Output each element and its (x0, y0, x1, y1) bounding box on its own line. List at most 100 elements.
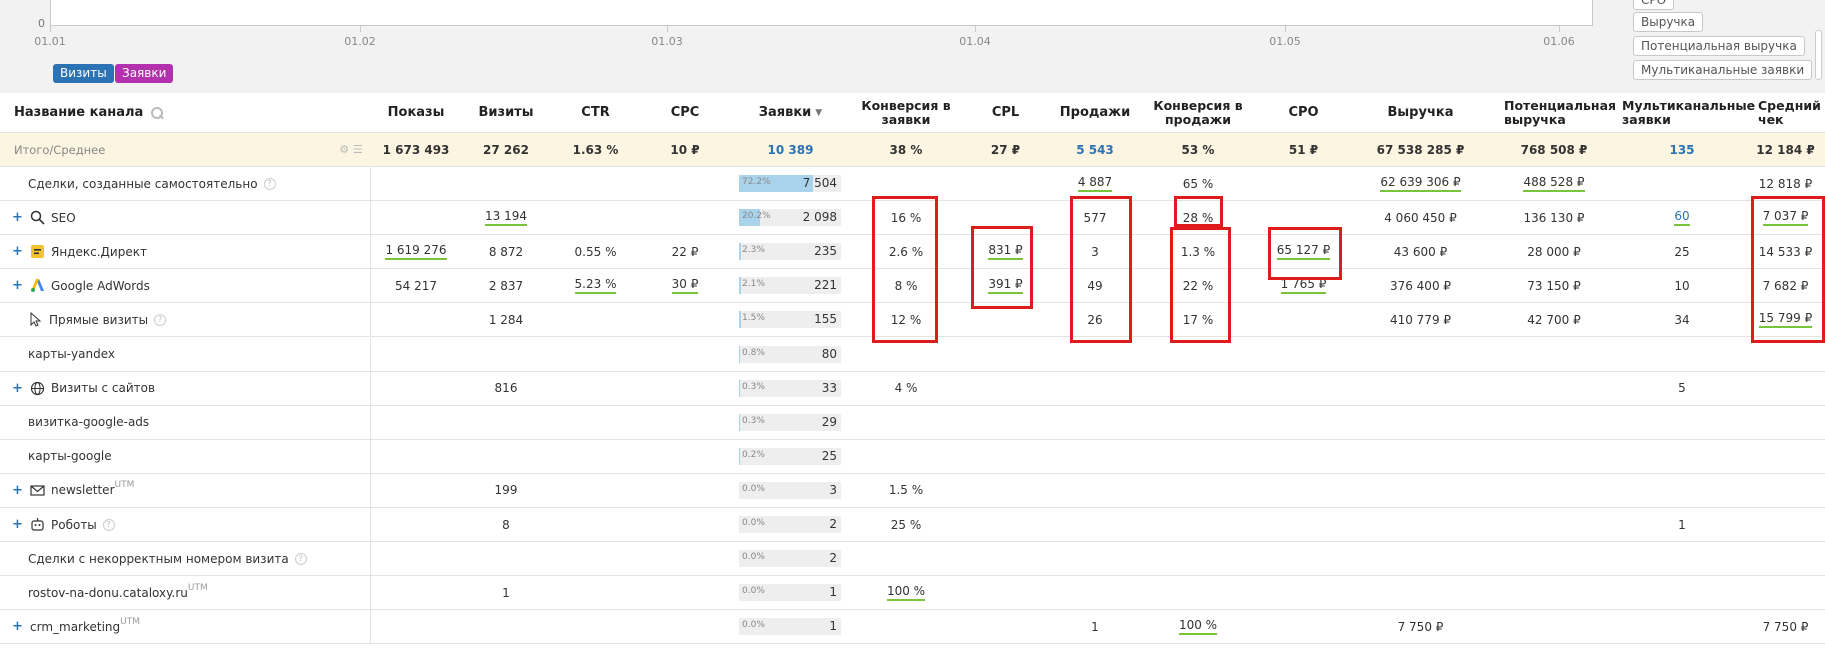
cell-avg-check (1746, 406, 1825, 439)
table-row[interactable]: + crm_marketing UTM 0.0% 1 1 100 % 7 750 ₽ 7 750… (0, 610, 1825, 645)
totals-tools-icon[interactable]: ⚙ ☰ (331, 133, 371, 166)
column-header-cpc[interactable]: CPC (640, 93, 730, 132)
cell-value: 12 818 ₽ (1758, 176, 1813, 191)
cell-cpc: 30 ₽ (640, 269, 730, 302)
cell-cpc (640, 474, 730, 507)
column-header-leads[interactable]: Заявки ▼ (730, 93, 851, 132)
metric-chip-revenue[interactable]: Выручка (1633, 12, 1704, 32)
search-icon[interactable] (151, 106, 164, 119)
channel-name-cell[interactable]: карты-yandex (0, 338, 371, 371)
channel-name-cell[interactable]: + Яндекс.Директ (0, 235, 371, 268)
cell-potential-revenue: 136 130 ₽ (1490, 201, 1618, 234)
leads-value: 80 (821, 346, 837, 361)
legend-leads-button[interactable]: Заявки (115, 64, 174, 83)
expand-plus-icon[interactable]: + (12, 517, 23, 532)
x-axis-tickmark (1285, 26, 1286, 32)
cell-impressions (371, 474, 461, 507)
leads-share-percent: 2.1% (742, 279, 765, 290)
channel-name-cell[interactable]: Сделки, созданные самостоятельно? (0, 167, 371, 200)
total-impressions: 1 673 493 (382, 142, 450, 157)
column-header-cpo[interactable]: CPO (1256, 93, 1351, 132)
channel-name-cell[interactable]: + Google AdWords (0, 269, 371, 302)
column-header-ctr[interactable]: CTR (551, 93, 640, 132)
table-row[interactable]: + Роботы? 0.0% 2 8 25 % 1 (0, 508, 1825, 542)
chips-scrollbar[interactable] (1815, 30, 1822, 80)
table-row[interactable]: + newsletter UTM 0.0% 3 199 1.5 % (0, 473, 1825, 508)
channel-name: SEO (51, 210, 76, 225)
x-axis-tick-label: 01.05 (1269, 35, 1301, 48)
total-ctr: 1.63 % (572, 142, 619, 157)
column-header-revenue[interactable]: Выручка (1351, 93, 1490, 132)
channel-name: Роботы (51, 517, 97, 532)
leads-value: 155 (814, 312, 837, 327)
cell-multichannel: 60 (1618, 201, 1746, 234)
expand-plus-icon[interactable]: + (12, 278, 23, 293)
cell-sales (1050, 542, 1140, 575)
channel-name-cell[interactable]: + Роботы? (0, 508, 371, 541)
expand-plus-icon[interactable]: + (12, 381, 23, 396)
legend-visits-button[interactable]: Визиты (53, 64, 114, 83)
channel-name-cell[interactable]: визитка-google-ads (0, 406, 371, 439)
expand-plus-icon[interactable]: + (12, 483, 23, 498)
total-leads[interactable]: 10 389 (730, 133, 851, 166)
channel-name-cell[interactable]: Прямые визиты? (0, 303, 371, 336)
metric-chip-multichannel-leads[interactable]: Мультиканальные заявки (1633, 60, 1813, 80)
expand-plus-icon[interactable]: + (12, 244, 23, 259)
table-row[interactable]: визитка-google-ads 0.3% 29 (0, 405, 1825, 440)
leads-share-fill (739, 243, 742, 261)
cell-impressions: 1 619 276 (371, 235, 461, 268)
column-header-visits[interactable]: Визиты (461, 93, 551, 132)
channel-name-cell[interactable]: + SEO (0, 201, 371, 234)
cell-conv-sales (1140, 576, 1256, 609)
column-header-conv-leads[interactable]: Конверсия в заявки (851, 93, 961, 132)
metric-chip-potential-revenue[interactable]: Потенциальная выручка (1633, 36, 1805, 56)
channel-name-cell[interactable]: Сделки с некорректным номером визита? (0, 542, 371, 575)
totals-row: Итого/Среднее ⚙ ☰ 1 673 493 27 262 1.63 … (0, 133, 1825, 167)
column-header-impressions[interactable]: Показы (371, 93, 461, 132)
cell-cpo (1256, 406, 1351, 439)
cell-value: 1 (1678, 517, 1686, 532)
channel-name-cell[interactable]: + crm_marketing UTM (0, 610, 371, 643)
help-icon[interactable]: ? (102, 518, 115, 531)
cell-conv-leads: 4 % (851, 372, 961, 405)
totals-label: Итого/Среднее (14, 142, 106, 157)
table-row[interactable]: карты-google 0.2% 25 (0, 439, 1825, 474)
column-header-multichannel[interactable]: Мультиканальные заявки (1618, 93, 1755, 132)
total-sales[interactable]: 5 543 (1050, 133, 1140, 166)
table-row[interactable]: rostov-na-donu.cataloxy.ru UTM 0.0% 1 1 100 % (0, 576, 1825, 611)
cell-ctr (551, 406, 640, 439)
metric-chip-cpo[interactable]: СРО (1633, 0, 1675, 10)
channel-name-cell[interactable]: + newsletter UTM (0, 474, 371, 507)
channel-name-cell[interactable]: + Визиты с сайтов (0, 372, 371, 405)
total-multichannel[interactable]: 135 (1618, 133, 1746, 166)
help-icon[interactable]: ? (263, 177, 276, 190)
column-header-conv-sales[interactable]: Конверсия в продажи (1140, 93, 1256, 132)
column-header-cpl[interactable]: CPL (961, 93, 1050, 132)
cell-cpc (640, 201, 730, 234)
column-header-potential-revenue[interactable]: Потенциальная выручка (1490, 93, 1618, 132)
cell-visits: 8 872 (461, 235, 551, 268)
cell-cpo (1256, 303, 1351, 336)
expand-plus-icon[interactable]: + (12, 619, 23, 634)
cell-revenue (1351, 406, 1490, 439)
table-header-row: Название канала Показы Визиты CTR CPC За… (0, 93, 1825, 133)
cell-cpl (961, 167, 1050, 200)
help-icon[interactable]: ? (294, 552, 307, 565)
help-icon[interactable]: ? (154, 313, 167, 326)
google-ads-icon (30, 278, 45, 293)
utm-badge: UTM (187, 582, 208, 593)
table-row[interactable]: + Визиты с сайтов 0.3% 33 816 4 % 5 (0, 371, 1825, 406)
cell-ctr (551, 201, 640, 234)
total-conv-leads: 38 % (889, 142, 923, 157)
leads-share-bar: 0.3% 33 (739, 379, 841, 397)
channel-name-cell[interactable]: карты-google (0, 440, 371, 473)
column-header-channel[interactable]: Название канала (0, 93, 371, 132)
table-row[interactable]: Сделки с некорректным номером визита? 0.0… (0, 542, 1825, 577)
cell-value: 13 194 (485, 209, 527, 227)
channel-name-cell[interactable]: rostov-na-donu.cataloxy.ru UTM (0, 576, 371, 609)
column-header-avg-check[interactable]: Средний чек (1746, 93, 1825, 132)
cell-conv-leads (851, 610, 961, 643)
expand-plus-icon[interactable]: + (12, 210, 23, 225)
column-header-sales[interactable]: Продажи (1050, 93, 1140, 132)
cell-value: 60 (1674, 209, 1690, 227)
